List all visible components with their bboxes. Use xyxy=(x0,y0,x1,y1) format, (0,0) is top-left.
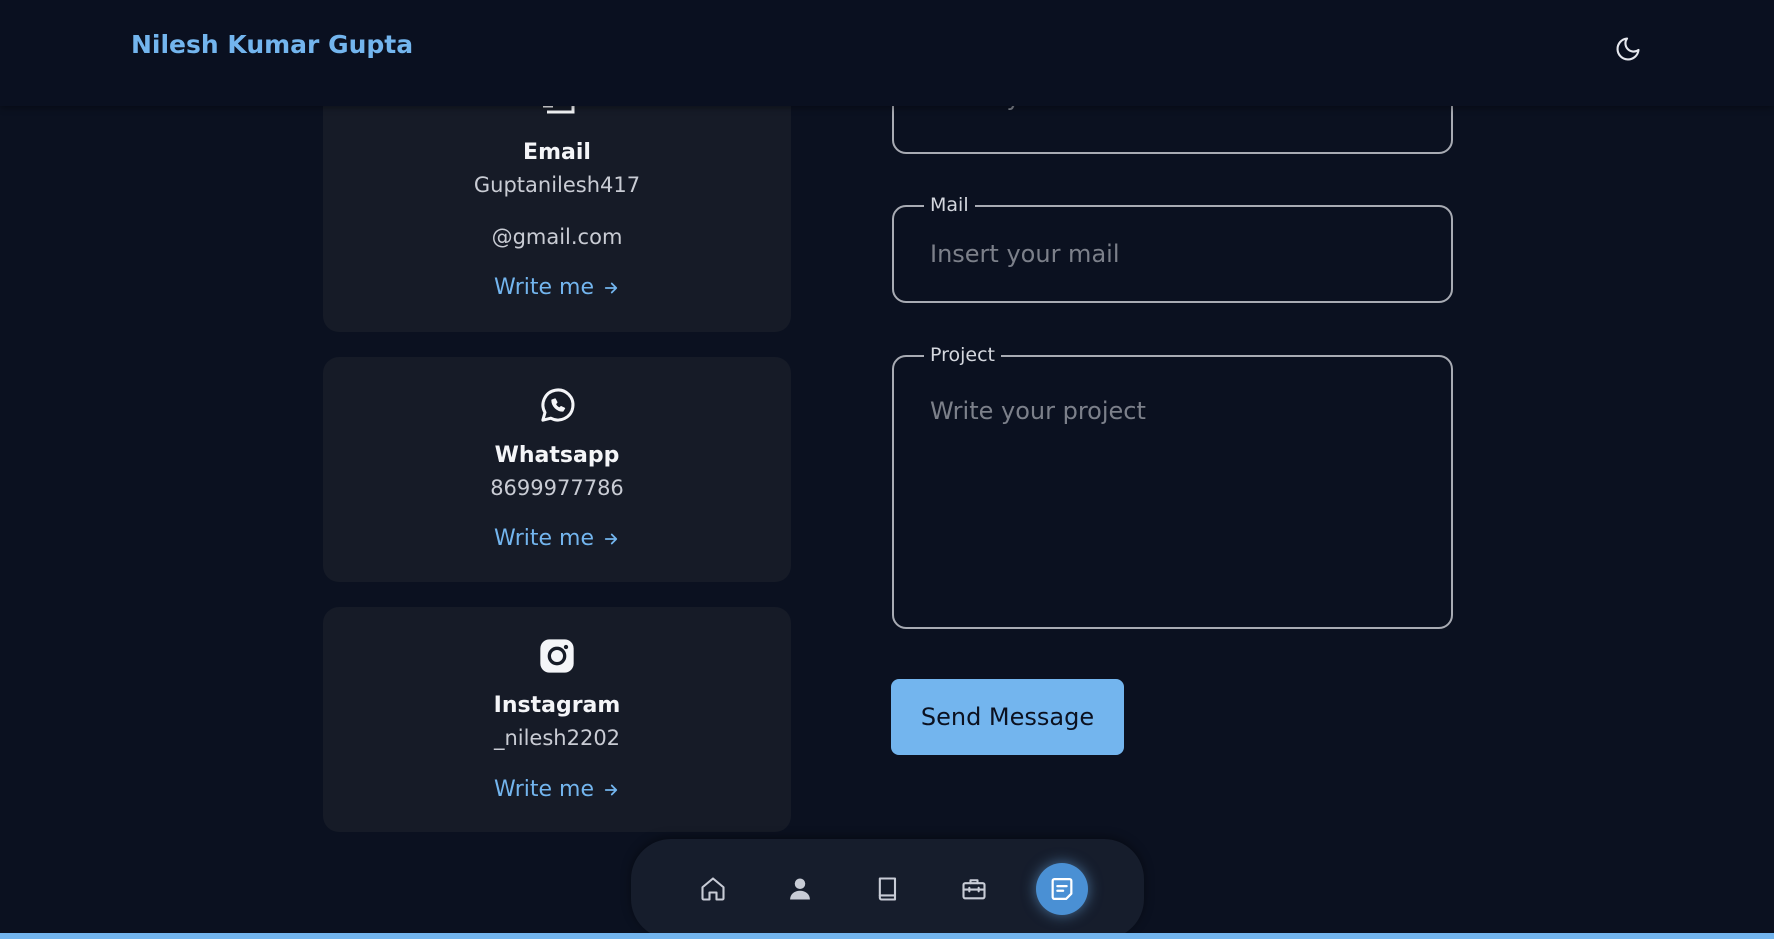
project-textarea[interactable] xyxy=(930,397,1420,597)
instagram-icon xyxy=(540,639,574,673)
home-icon xyxy=(701,877,725,901)
nav-contact[interactable] xyxy=(1036,863,1088,915)
contact-card-whatsapp: Whatsapp 8699977786 Write me xyxy=(323,357,791,582)
bottom-accent-bar xyxy=(0,933,1774,939)
contact-title: Instagram xyxy=(493,693,621,718)
arrow-right-icon xyxy=(604,533,618,544)
book-icon xyxy=(878,877,897,901)
contact-value-continued: @gmail.com xyxy=(491,225,623,249)
nav-about[interactable] xyxy=(774,863,826,915)
bottom-nav xyxy=(631,839,1144,939)
send-message-button[interactable]: Send Message xyxy=(891,679,1124,755)
write-me-link-whatsapp[interactable]: Write me xyxy=(323,526,791,551)
contact-value: 8699977786 xyxy=(490,476,624,500)
contact-title: Whatsapp xyxy=(494,443,620,468)
briefcase-icon xyxy=(962,879,986,900)
contact-value: Guptanilesh417 xyxy=(473,173,641,197)
write-me-link-email[interactable]: Write me xyxy=(323,275,791,300)
nav-portfolio[interactable] xyxy=(948,863,1000,915)
mail-input[interactable] xyxy=(930,237,1420,271)
nav-home[interactable] xyxy=(687,863,739,915)
project-label: Project xyxy=(924,344,1002,366)
message-icon xyxy=(1051,877,1073,901)
nav-skills[interactable] xyxy=(862,863,914,915)
mail-label: Mail xyxy=(924,194,975,216)
header: Nilesh Kumar Gupta xyxy=(0,0,1774,106)
contact-card-instagram: Instagram _nilesh2202 Write me xyxy=(323,607,791,832)
whatsapp-icon xyxy=(541,388,575,422)
write-me-label: Write me xyxy=(493,275,595,300)
arrow-right-icon xyxy=(604,282,618,293)
contact-value: _nilesh2202 xyxy=(493,726,621,750)
contact-page: Nilesh Kumar Gupta Email Guptanilesh417 … xyxy=(0,0,1774,939)
arrow-right-icon xyxy=(604,784,618,795)
theme-toggle-button[interactable] xyxy=(1612,33,1644,65)
user-icon xyxy=(790,878,810,900)
contact-title: Email xyxy=(523,140,591,165)
write-me-label: Write me xyxy=(493,526,595,551)
write-me-label: Write me xyxy=(493,777,595,802)
project-field: Project xyxy=(892,344,1453,629)
moon-icon xyxy=(1616,37,1640,61)
write-me-link-instagram[interactable]: Write me xyxy=(323,777,791,802)
brand-logo[interactable]: Nilesh Kumar Gupta xyxy=(131,30,413,59)
mail-field: Mail xyxy=(892,194,1453,303)
